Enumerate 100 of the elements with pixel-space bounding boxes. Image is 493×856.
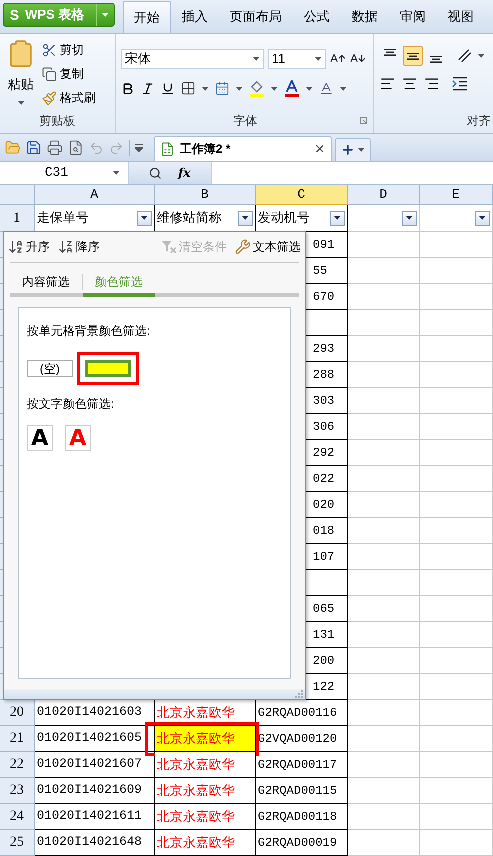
- plus-icon: [341, 143, 355, 157]
- column-header[interactable]: A: [35, 185, 155, 205]
- print-preview-icon[interactable]: [68, 140, 84, 156]
- align-lines-icon: [430, 56, 442, 63]
- ribbon-tab[interactable]: 开始: [123, 1, 171, 33]
- section-label: 按单元格背景颜色筛选:: [27, 323, 152, 340]
- table-cell-text: 01020I14021609: [37, 782, 142, 800]
- ribbon-tab[interactable]: 插入: [171, 1, 219, 33]
- popup-tab[interactable]: 内容筛选: [10, 271, 82, 293]
- printer-icon[interactable]: [47, 140, 63, 156]
- caret-icon: [334, 216, 341, 220]
- vertical-align-button[interactable]: [403, 46, 423, 66]
- ribbon-tab[interactable]: 审阅: [389, 1, 437, 33]
- ribbon-tab[interactable]: 公式: [293, 1, 341, 33]
- insert-function-button[interactable]: fx: [178, 164, 191, 182]
- column-header[interactable]: C: [256, 185, 348, 205]
- copy-icon: [42, 66, 57, 82]
- fill-color-icon[interactable]: [249, 80, 265, 97]
- spreadsheet-file-icon: [160, 142, 175, 156]
- app-name: WPS 表格: [25, 6, 85, 24]
- filter-dropdown-button[interactable]: [238, 210, 253, 226]
- search-icon[interactable]: [149, 166, 162, 180]
- cell-text: 北京永嘉欧华: [157, 834, 235, 852]
- filter-dropdown-button[interactable]: [137, 210, 152, 226]
- table-cell: [348, 336, 420, 362]
- table-cell: [348, 466, 420, 492]
- table-cell: [348, 674, 420, 700]
- caret-icon: [253, 57, 260, 61]
- caret-icon: [406, 216, 413, 220]
- row-header: 25: [0, 830, 35, 856]
- table-cell-text: 01020I14021603: [37, 704, 142, 722]
- customize-icon[interactable]: [135, 144, 143, 152]
- indent-icon[interactable]: [452, 76, 468, 92]
- table-cell: [348, 492, 420, 518]
- font-color-icon[interactable]: [284, 80, 300, 97]
- table-cell-text: G2RQAD00019: [258, 834, 338, 852]
- ribbon-tab[interactable]: 视图: [437, 1, 485, 33]
- cell-text: 北京永嘉欧华: [157, 782, 235, 800]
- document-tab[interactable]: 工作簿2 *: [154, 136, 332, 161]
- align-lines-icon: [384, 49, 396, 56]
- table-cell: [348, 414, 420, 440]
- row-header: 23: [0, 778, 35, 804]
- filter-action[interactable]: 升序: [8, 238, 50, 256]
- align-left-icon[interactable]: [380, 76, 396, 92]
- text-color-option[interactable]: A: [65, 425, 91, 451]
- table-cell-text: G2RQAD00116: [258, 704, 338, 722]
- bold-icon[interactable]: [121, 82, 135, 96]
- caret-icon: [479, 216, 486, 220]
- ribbon-tab[interactable]: 页面布局: [219, 1, 293, 33]
- column-header[interactable]: D: [348, 185, 420, 205]
- sort-ascending-icon: [8, 239, 24, 255]
- close-icon[interactable]: [314, 143, 326, 155]
- align-right-icon[interactable]: [424, 76, 440, 92]
- clipboard-action[interactable]: 复制: [42, 65, 96, 83]
- table-cell: [348, 570, 420, 596]
- caret-icon: [315, 57, 322, 61]
- table-cell: [348, 518, 420, 544]
- paintbrush-icon: [42, 90, 57, 106]
- filter-dropdown-button[interactable]: [475, 210, 490, 226]
- borders-icon[interactable]: [181, 81, 196, 96]
- resize-grip-icon[interactable]: [295, 690, 303, 698]
- dialog-launcher-icon[interactable]: [360, 117, 368, 125]
- table-cell: [348, 778, 420, 804]
- table-cell: [348, 284, 420, 310]
- calendar-icon[interactable]: [215, 81, 230, 96]
- table-cell: [348, 830, 420, 856]
- clipboard-action[interactable]: 格式刷: [42, 89, 96, 107]
- clipboard-action[interactable]: 剪切: [42, 41, 96, 59]
- align-center-icon[interactable]: [402, 76, 418, 92]
- underline-icon[interactable]: [161, 82, 175, 96]
- filter-dropdown-button[interactable]: [402, 210, 417, 226]
- color-swatch[interactable]: [85, 360, 131, 377]
- caret-icon: [271, 86, 278, 90]
- row-header: 24: [0, 804, 35, 830]
- column-header[interactable]: B: [155, 185, 256, 205]
- cell-text: 北京永嘉欧华: [157, 756, 235, 774]
- table-cell: [348, 544, 420, 570]
- group-label: 字体: [232, 113, 258, 130]
- wrench-icon: [235, 239, 251, 255]
- font-name-field[interactable]: 宋体: [121, 49, 264, 69]
- italic-icon[interactable]: [141, 82, 155, 96]
- empty-color-option[interactable]: (空): [27, 360, 73, 377]
- caret-icon: [141, 216, 148, 220]
- caret-icon: [18, 100, 24, 104]
- align-lines-icon: [407, 52, 419, 60]
- text-color-option[interactable]: A: [27, 425, 53, 451]
- filter-dropdown-button[interactable]: [330, 210, 345, 226]
- group-label: 剪贴板: [38, 113, 76, 130]
- filter-action[interactable]: 降序: [58, 238, 100, 256]
- new-tab-button[interactable]: [335, 138, 371, 161]
- clear-filter-icon: [161, 239, 177, 255]
- save-icon[interactable]: [26, 140, 42, 156]
- column-header[interactable]: E: [420, 185, 493, 205]
- ribbon-tab[interactable]: 数据: [341, 1, 389, 33]
- table-cell: [348, 388, 420, 414]
- table-cell: [348, 310, 420, 336]
- font-size-field[interactable]: 11: [268, 49, 326, 69]
- paste-button[interactable]: 粘贴: [0, 39, 42, 112]
- cell-text: 北京永嘉欧华: [157, 808, 235, 826]
- caret-icon: [340, 86, 347, 90]
